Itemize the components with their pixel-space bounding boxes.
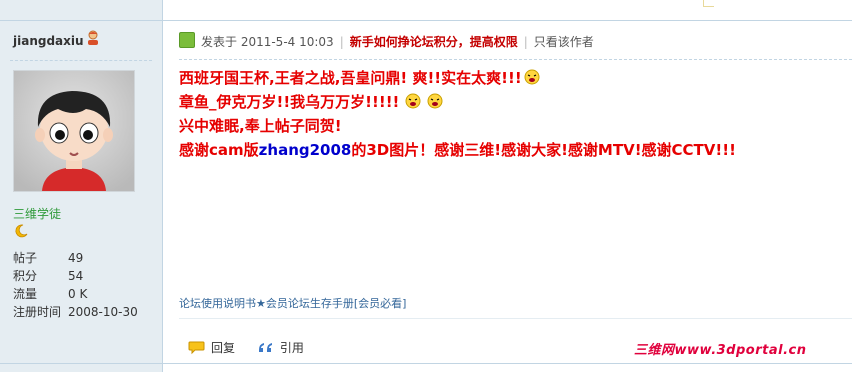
author-sidebar: jiangdaxiu 三维学徒 帖子 49 积分 54 流量 0 K 注册时间 … <box>0 21 163 363</box>
stat-label: 注册时间 <box>13 305 62 319</box>
meta-divider: | <box>523 35 528 49</box>
author-only-link[interactable]: 只看该作者 <box>534 35 594 49</box>
reply-label: 回复 <box>211 341 236 355</box>
top-strip-sidebar-part <box>0 0 163 20</box>
laughing-smiley-icon <box>405 93 421 109</box>
user-status-icon <box>88 30 98 45</box>
reply-button[interactable]: 回复 <box>188 339 235 356</box>
stat-row-registered: 注册时间 2008-10-30 <box>13 303 138 321</box>
author-name-link[interactable]: jiangdaxiu <box>13 34 84 48</box>
post-line: 兴中难眠,奉上帖子同贺! <box>179 114 852 138</box>
site-watermark: 三维网www.3dportal.cn <box>634 343 807 358</box>
stat-row-traffic: 流量 0 K <box>13 285 138 303</box>
user-mention: zhang2008 <box>258 141 352 159</box>
post-line-text: 感谢cam版 <box>179 141 259 159</box>
stat-value: 2008-10-30 <box>68 305 138 319</box>
moon-rank-icon <box>15 224 28 238</box>
reply-icon <box>188 341 205 355</box>
forum-guide-link[interactable]: 论坛使用说明书★会员论坛生存手册[会员必看] <box>179 295 406 311</box>
stat-row-posts: 帖子 49 <box>13 249 138 267</box>
quote-icon <box>258 343 272 352</box>
quote-label: 引用 <box>279 341 304 355</box>
laughing-smiley-icon <box>524 69 540 85</box>
actions-divider <box>179 318 852 319</box>
sidebar-divider <box>10 60 152 61</box>
meta-divider: | <box>339 35 344 49</box>
laughing-smiley-icon <box>427 93 443 109</box>
post-line: 西班牙国王杯,王者之战,吾皇问鼎! 爽!!实在太爽!!! <box>179 66 852 90</box>
post-actions: 回复 引用 <box>188 339 322 356</box>
post-content-area: 发表于 2011-5-4 10:03 | 新手如何挣论坛积分，提高权限 | 只看该作者 … <box>163 21 852 363</box>
post-status-icon <box>179 32 195 48</box>
stat-label: 帖子 <box>13 251 38 265</box>
post-line: 感谢cam版zhang2008的3D图片！感谢三维!感谢大家!感谢MTV!感谢C… <box>179 138 852 162</box>
stat-value: 54 <box>68 269 84 283</box>
user-group-label[interactable]: 三维学徒 <box>13 205 61 222</box>
top-strip <box>0 0 852 21</box>
post-line-text: 的3D图片！感谢三维!感谢大家!感谢MTV!感谢CCTV!!! <box>351 141 736 159</box>
stat-row-points: 积分 54 <box>13 267 138 285</box>
author-stats: 帖子 49 积分 54 流量 0 K 注册时间 2008-10-30 <box>13 249 138 321</box>
post-line-text: 兴中难眠,奉上帖子同贺! <box>179 117 342 135</box>
post-message: 西班牙国王杯,王者之战,吾皇问鼎! 爽!!实在太爽!!! 章鱼_伊克万岁!!我乌… <box>179 66 852 162</box>
post-line-text: 章鱼_伊克万岁!!我乌万万岁!!!!! <box>179 93 400 111</box>
meta-divider-line <box>179 59 852 60</box>
post-line-text: 西班牙国王杯,王者之战,吾皇问鼎! 爽!!实在太爽!!! <box>179 69 522 87</box>
post-time: 发表于 2011-5-4 10:03 <box>201 35 334 49</box>
stat-label: 流量 <box>13 287 38 301</box>
post-line: 章鱼_伊克万岁!!我乌万万岁!!!!! <box>179 90 852 114</box>
post-meta-bar: 发表于 2011-5-4 10:03 | 新手如何挣论坛积分，提高权限 | 只看该作者 <box>179 32 594 50</box>
stat-value: 49 <box>68 251 84 265</box>
stat-value: 0 K <box>68 287 88 301</box>
quote-button[interactable]: 引用 <box>257 339 304 356</box>
stat-label: 积分 <box>13 269 38 283</box>
notice-link[interactable]: 新手如何挣论坛积分，提高权限 <box>350 35 518 49</box>
user-avatar[interactable] <box>13 70 135 192</box>
top-corner-mark <box>703 0 714 7</box>
